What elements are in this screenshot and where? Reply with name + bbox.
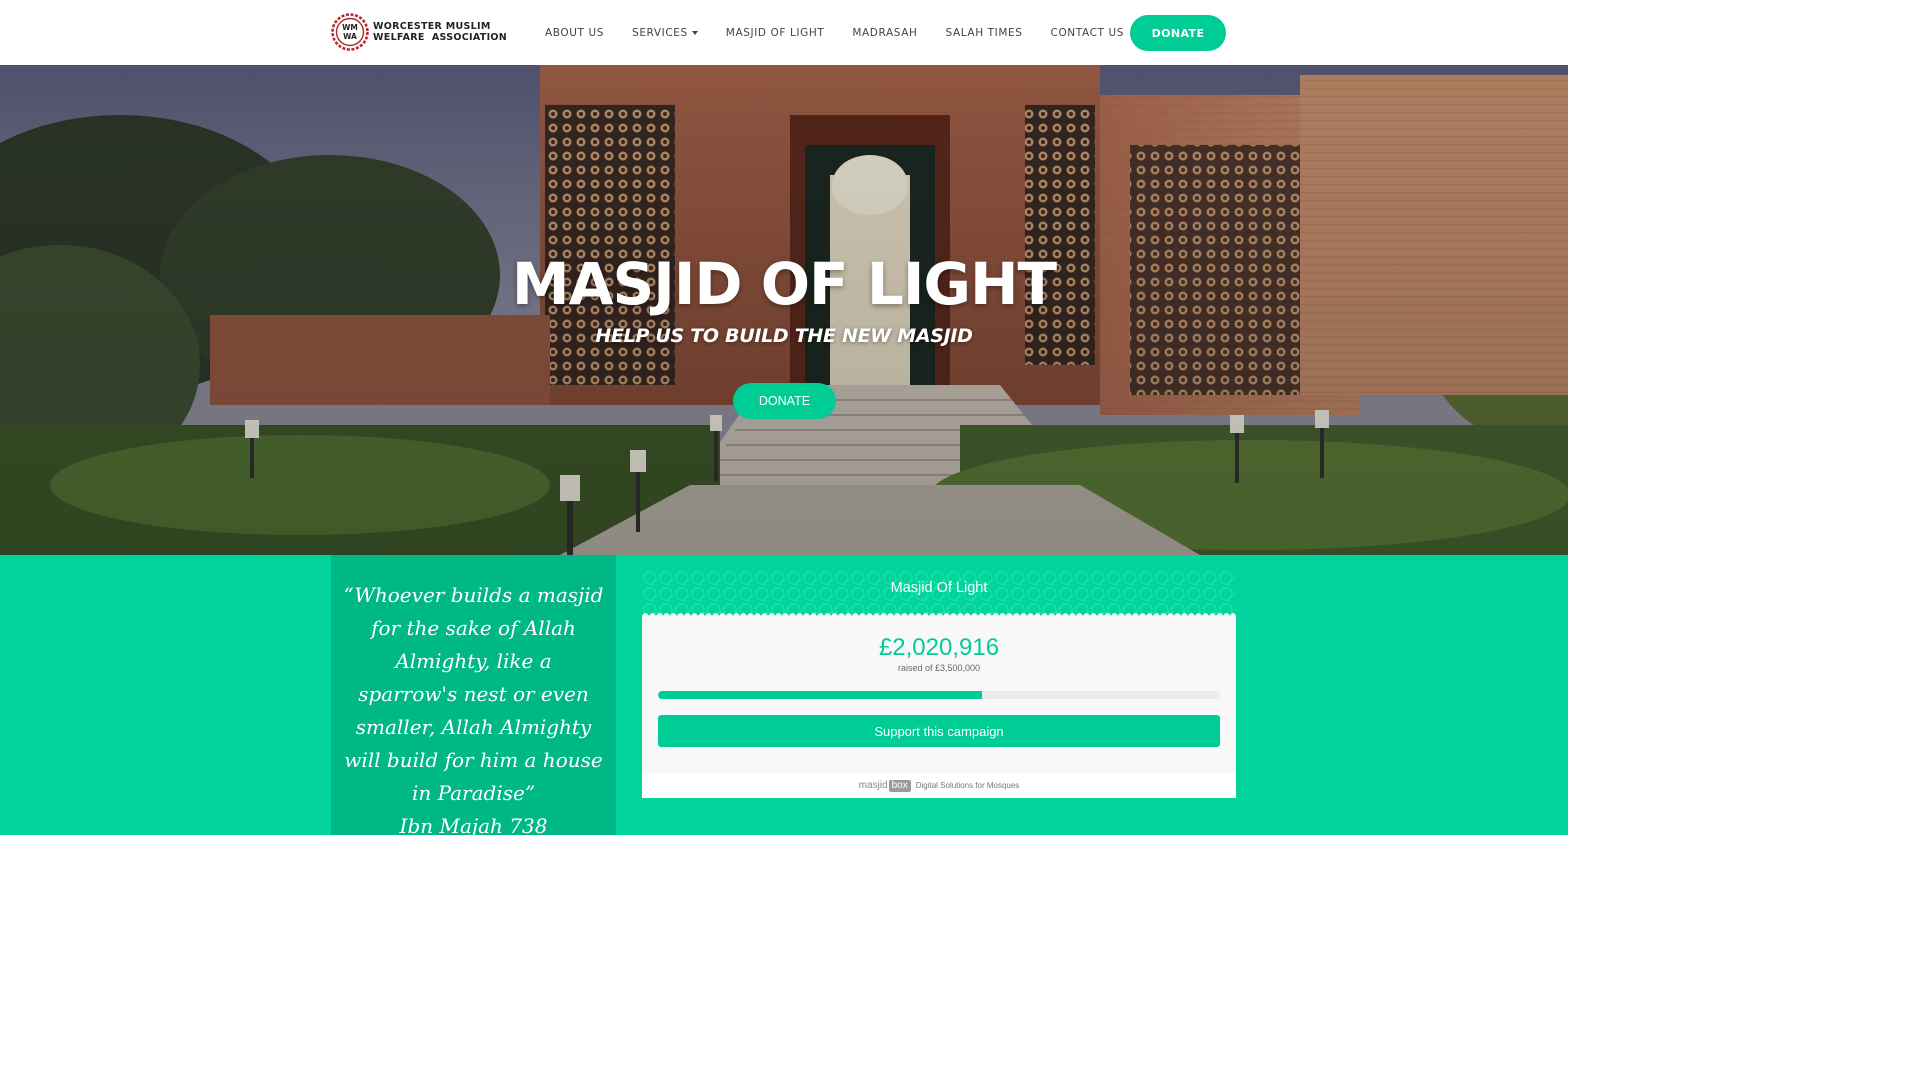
widget-header: Masjid Of Light bbox=[642, 570, 1236, 618]
masjidbox-tagline: Digital Solutions for Mosques bbox=[915, 781, 1020, 790]
nav-salah-times-label: SALAH TIMES bbox=[945, 26, 1023, 39]
main-menu: ABOUT US SERVICES MASJID OF LIGHT MADRAS… bbox=[545, 0, 1152, 65]
campaign-progress-fill bbox=[658, 691, 983, 699]
svg-text:WM: WM bbox=[342, 23, 358, 32]
raised-of-target: raised of £3,500,000 bbox=[897, 663, 981, 673]
campaign-progress-bar bbox=[658, 691, 1220, 699]
logo-line-2: WELFARE ASSOCIATION bbox=[373, 32, 508, 43]
nav-salah-times[interactable]: SALAH TIMES bbox=[945, 27, 1022, 39]
amount-raised: £2,020,916 bbox=[878, 634, 1000, 661]
nav-contact-us-label: CONTACT US bbox=[1050, 26, 1124, 39]
campaign-title: Masjid Of Light bbox=[890, 580, 988, 596]
support-campaign-button[interactable]: Support this campaign bbox=[658, 715, 1220, 747]
nav-madrasah-label: MADRASAH bbox=[852, 26, 918, 39]
donation-widget: Masjid Of Light £2,020,916 raised of £3,… bbox=[642, 570, 1236, 798]
caret-down-icon bbox=[691, 30, 698, 35]
logo-line-1: WORCESTER MUSLIM bbox=[373, 21, 491, 32]
hadith-quote: “Whoever builds a masjid for the sake of… bbox=[343, 579, 604, 843]
widget-body: £2,020,916 raised of £3,500,000 Support … bbox=[642, 616, 1236, 773]
logo-emblem-icon: WM WA bbox=[331, 13, 369, 51]
logo-text: WORCESTER MUSLIM WELFARE ASSOCIATION bbox=[373, 21, 507, 43]
hero-subtitle: HELP US TO BUILD THE NEW MASJID bbox=[595, 325, 973, 347]
widget-footer: masjid box Digital Solutions for Mosques bbox=[642, 773, 1236, 798]
nav-about-us-label: ABOUT US bbox=[545, 26, 605, 39]
svg-text:WA: WA bbox=[343, 32, 357, 41]
hadith-quote-box: “Whoever builds a masjid for the sake of… bbox=[331, 555, 616, 838]
site-logo[interactable]: WM WA WORCESTER MUSLIM WELFARE ASSOCIATI… bbox=[331, 13, 507, 51]
nav-masjid-of-light-label: MASJID OF LIGHT bbox=[725, 26, 825, 39]
nav-services[interactable]: SERVICES bbox=[632, 27, 698, 39]
nav-contact-us[interactable]: CONTACT US bbox=[1051, 27, 1124, 39]
nav-madrasah[interactable]: MADRASAH bbox=[852, 27, 917, 39]
hero-title: MASJID OF LIGHT bbox=[511, 250, 1057, 318]
hadith-reference: Ibn Majah 738 bbox=[399, 814, 548, 838]
nav-services-label: SERVICES bbox=[632, 26, 688, 39]
hero-donate-button[interactable]: DONATE bbox=[733, 383, 836, 419]
site-header: WM WA WORCESTER MUSLIM WELFARE ASSOCIATI… bbox=[0, 0, 1568, 65]
nav-about-us[interactable]: ABOUT US bbox=[545, 27, 604, 39]
campaign-section: “Whoever builds a masjid for the sake of… bbox=[0, 555, 1568, 838]
masjidbox-brand-b: box bbox=[888, 779, 911, 792]
masjidbox-brand-a: masjid bbox=[858, 780, 888, 791]
hadith-quote-text: “Whoever builds a masjid for the sake of… bbox=[343, 583, 604, 805]
masjidbox-logo[interactable]: masjid box Digital Solutions for Mosques bbox=[858, 779, 1020, 792]
header-donate-button[interactable]: DONATE bbox=[1130, 15, 1226, 51]
nav-masjid-of-light[interactable]: MASJID OF LIGHT bbox=[726, 27, 825, 39]
hero-banner: MASJID OF LIGHT HELP US TO BUILD THE NEW… bbox=[0, 65, 1568, 555]
